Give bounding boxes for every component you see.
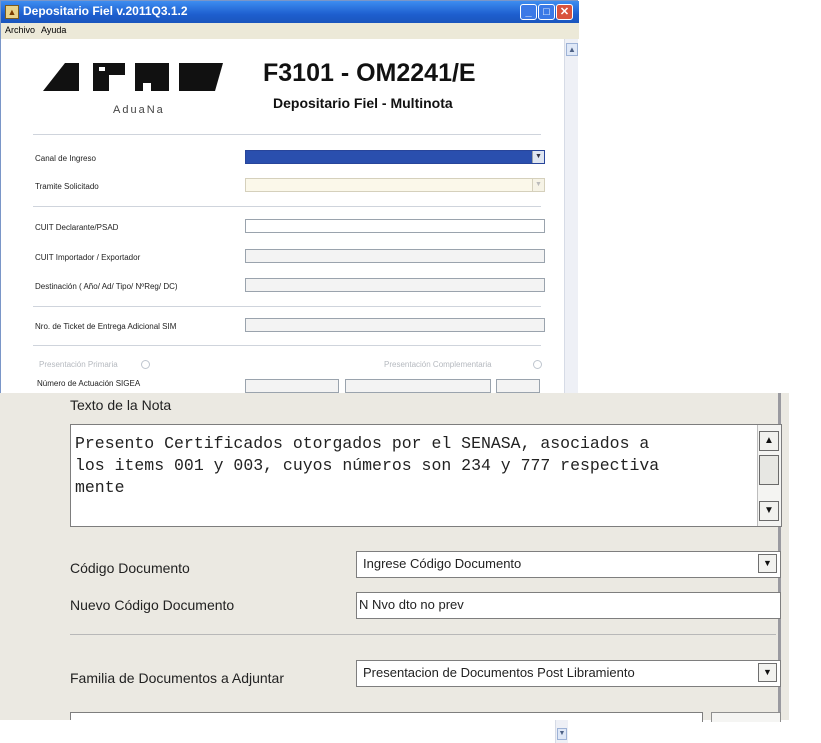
presentacion-primaria-label: Presentación Primaria: [39, 360, 118, 369]
codigo-documento-label: Código Documento: [70, 560, 190, 576]
nota-scrollbar[interactable]: ▲ ▼: [757, 425, 781, 526]
close-button[interactable]: ✕: [556, 4, 573, 20]
form-code-title: F3101 - OM2241/E: [263, 59, 476, 87]
form-subtitle: Depositario Fiel - Multinota: [273, 95, 453, 111]
familia-select[interactable]: Presentacion de Documentos Post Libramie…: [356, 660, 781, 687]
canal-label: Canal de Ingreso: [35, 154, 96, 163]
destinacion-input[interactable]: [245, 278, 545, 292]
cuit-importador-label: CUIT Importador / Exportador: [35, 253, 141, 262]
cuit-importador-input[interactable]: [245, 249, 545, 263]
divider: [33, 134, 541, 135]
vertical-scrollbar[interactable]: ▲: [564, 39, 578, 401]
divider: [33, 206, 541, 207]
codigo-documento-value: Ingrese Código Documento: [363, 556, 522, 571]
chevron-down-icon[interactable]: ▼: [532, 179, 544, 191]
presentacion-complementaria-label: Presentación Complementaria: [384, 360, 492, 369]
cuit-declarante-label: CUIT Declarante/PSAD: [35, 223, 119, 232]
familia-value: Presentacion de Documentos Post Libramie…: [363, 665, 635, 680]
vertical-scrollbar[interactable]: ▼: [555, 720, 568, 743]
ticket-input[interactable]: [245, 318, 545, 332]
menu-archivo[interactable]: Archivo: [5, 25, 35, 35]
actuacion-field-2[interactable]: [345, 379, 491, 393]
logo-subtitle: AduaNa: [113, 104, 165, 116]
menu-bar: Archivo Ayuda: [1, 23, 579, 39]
numero-actuacion-label: Número de Actuación SIGEA: [37, 379, 141, 388]
app-window: ▲ Depositario Fiel v.2011Q3.1.2 _ □ ✕ Ar…: [0, 0, 579, 401]
canal-select[interactable]: ▼: [245, 150, 545, 164]
chevron-down-icon[interactable]: ▼: [758, 554, 777, 573]
nota-text[interactable]: Presento Certificados otorgados por el S…: [75, 433, 745, 499]
window-bottom: [0, 720, 555, 743]
divider: [33, 306, 541, 307]
minimize-button[interactable]: _: [520, 4, 537, 20]
menu-ayuda[interactable]: Ayuda: [41, 25, 66, 35]
divider: [70, 634, 776, 635]
window-title: Depositario Fiel v.2011Q3.1.2: [23, 4, 188, 18]
ticket-label: Nro. de Ticket de Entrega Adicional SIM: [35, 322, 177, 331]
actuacion-field-3[interactable]: [496, 379, 540, 393]
panel-margin: [789, 393, 821, 720]
nuevo-codigo-input[interactable]: N Nvo dto no prev: [356, 592, 781, 619]
codigo-documento-select[interactable]: Ingrese Código Documento ▼: [356, 551, 781, 578]
triangle-up-icon[interactable]: ▲: [566, 43, 578, 56]
title-bar[interactable]: ▲ Depositario Fiel v.2011Q3.1.2 _ □ ✕: [1, 1, 579, 23]
chevron-down-icon[interactable]: ▼: [758, 663, 777, 682]
familia-label: Familia de Documentos a Adjuntar: [70, 670, 284, 686]
scroll-thumb[interactable]: [759, 455, 779, 485]
tramite-label: Tramite Solicitado: [35, 182, 99, 191]
chevron-down-icon[interactable]: ▼: [532, 151, 544, 163]
app-icon: ▲: [5, 5, 19, 19]
maximize-button[interactable]: □: [538, 4, 555, 20]
nota-textarea[interactable]: Presento Certificados otorgados por el S…: [70, 424, 782, 527]
cuit-declarante-input[interactable]: [245, 219, 545, 233]
destinacion-label: Destinación ( Año/ Ad/ Tipo/ NºReg/ DC): [35, 282, 178, 291]
nota-label: Texto de la Nota: [70, 397, 172, 413]
triangle-down-icon[interactable]: ▼: [557, 728, 567, 740]
triangle-down-icon[interactable]: ▼: [759, 501, 779, 521]
divider: [33, 345, 541, 346]
triangle-up-icon[interactable]: ▲: [759, 431, 779, 451]
document-action-button[interactable]: [711, 712, 781, 722]
tramite-select[interactable]: ▼: [245, 178, 545, 192]
presentacion-primaria-radio[interactable]: [141, 360, 150, 369]
nuevo-codigo-label: Nuevo Código Documento: [70, 597, 235, 613]
actuacion-field-1[interactable]: [245, 379, 339, 393]
presentacion-complementaria-radio[interactable]: [533, 360, 542, 369]
